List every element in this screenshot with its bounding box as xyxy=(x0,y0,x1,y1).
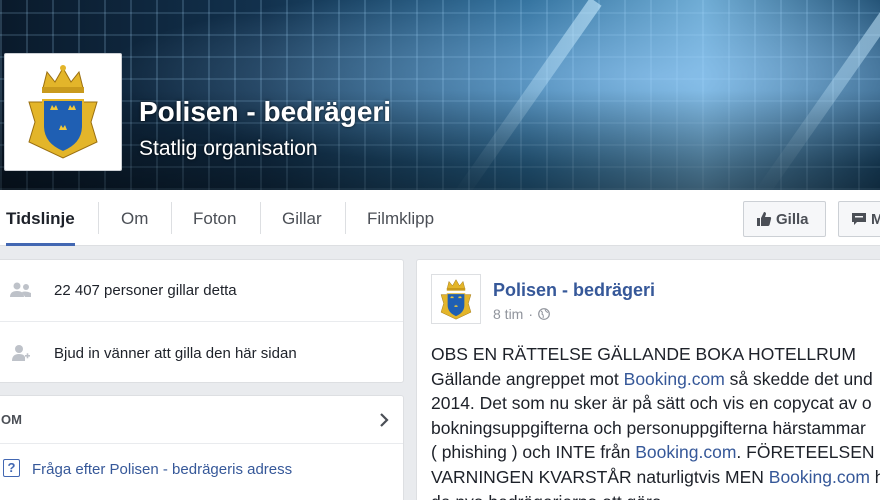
post-line: Gällande angreppet mot Booking.com så sk… xyxy=(431,367,880,392)
booking-link[interactable]: Booking.com xyxy=(624,369,725,389)
post-line: ( phishing ) och INTE från Booking.com. … xyxy=(431,440,880,465)
people-icon xyxy=(10,282,31,297)
tab-divider xyxy=(260,202,261,234)
invite-friends-row[interactable]: Bjud in vänner att gilla den här sidan xyxy=(0,322,403,384)
message-button[interactable]: M xyxy=(838,201,880,237)
cover-shade xyxy=(0,90,880,190)
post-card: Polisen - bedrägeri 8 tim · OBS EN RÄTTE… xyxy=(416,259,880,500)
message-button-label: M xyxy=(871,210,880,228)
page-category[interactable]: Statlig organisation xyxy=(139,137,318,161)
meta-separator: · xyxy=(528,306,534,322)
likes-count-text: 22 407 personer gillar detta xyxy=(54,282,237,299)
tab-divider xyxy=(98,202,99,234)
likes-count-row[interactable]: 22 407 personer gillar detta xyxy=(0,260,403,322)
tab-filmklipp[interactable]: Filmklipp xyxy=(367,190,434,246)
likes-card: 22 407 personer gillar detta Bjud in vän… xyxy=(0,259,404,383)
post-line: OBS EN RÄTTELSE GÄLLANDE BOKA HOTELLRUM xyxy=(431,344,856,364)
booking-link[interactable]: Booking.com xyxy=(769,467,870,487)
post-avatar[interactable] xyxy=(431,274,481,324)
tab-foton[interactable]: Foton xyxy=(193,190,236,246)
about-header-row[interactable]: OM xyxy=(0,396,403,444)
like-button-label: Gilla xyxy=(776,210,809,228)
add-person-icon xyxy=(12,345,30,361)
tab-om[interactable]: Om xyxy=(121,190,148,246)
post-author-link[interactable]: Polisen - bedrägeri xyxy=(493,280,655,301)
chevron-right-icon[interactable] xyxy=(379,413,389,427)
ask-address-link[interactable]: Fråga efter Polisen - bedrägeris adress xyxy=(32,461,292,478)
post-meta: 8 tim · xyxy=(493,306,550,322)
question-icon: ? xyxy=(3,459,20,477)
police-emblem-icon xyxy=(440,279,472,320)
about-heading: OM xyxy=(1,412,22,427)
post-text-segment: . FÖRETEELSEN xyxy=(736,442,875,463)
post-line: VARNINGEN KVARSTÅR naturligtvis MEN Book… xyxy=(431,465,880,490)
booking-link[interactable]: Booking.com xyxy=(635,442,736,462)
post-line: 2014. Det som nu sker är på sätt och vis… xyxy=(431,393,872,414)
post-text: OBS EN RÄTTELSE GÄLLANDE BOKA HOTELLRUM … xyxy=(431,342,880,500)
post-text-segment: VARNINGEN KVARSTÅR naturligtvis MEN xyxy=(431,466,769,487)
thumbs-up-icon xyxy=(757,212,772,226)
post-text-segment: så skedde det und xyxy=(724,368,873,389)
post-text-segment: ( phishing ) och INTE från xyxy=(431,442,636,463)
globe-icon[interactable] xyxy=(538,308,550,320)
post-line: de nya bedrägerierna att göra xyxy=(431,490,880,500)
message-icon xyxy=(852,213,866,225)
about-card: OM ? Fråga efter Polisen - bedrägeris ad… xyxy=(0,395,404,500)
post-line: bokningsuppgifterna och personuppgiftern… xyxy=(431,417,866,438)
police-emblem-icon xyxy=(28,65,98,159)
invite-friends-text: Bjud in vänner att gilla den här sidan xyxy=(54,344,297,362)
tab-tidslinje[interactable]: Tidslinje xyxy=(6,190,75,246)
like-page-button[interactable]: Gilla xyxy=(743,201,826,237)
ask-address-row[interactable]: ? Fråga efter Polisen - bedrägeris adres… xyxy=(0,444,403,494)
post-text-segment: h xyxy=(870,467,880,487)
tab-divider xyxy=(171,202,172,234)
post-text-segment: Gällande angreppet mot xyxy=(431,368,624,389)
tab-gillar[interactable]: Gillar xyxy=(282,190,322,246)
profile-picture[interactable] xyxy=(4,53,122,171)
page-title[interactable]: Polisen - bedrägeri xyxy=(139,96,391,128)
tab-divider xyxy=(345,202,346,234)
post-timestamp[interactable]: 8 tim xyxy=(493,306,523,322)
cover-photo[interactable] xyxy=(0,0,880,190)
